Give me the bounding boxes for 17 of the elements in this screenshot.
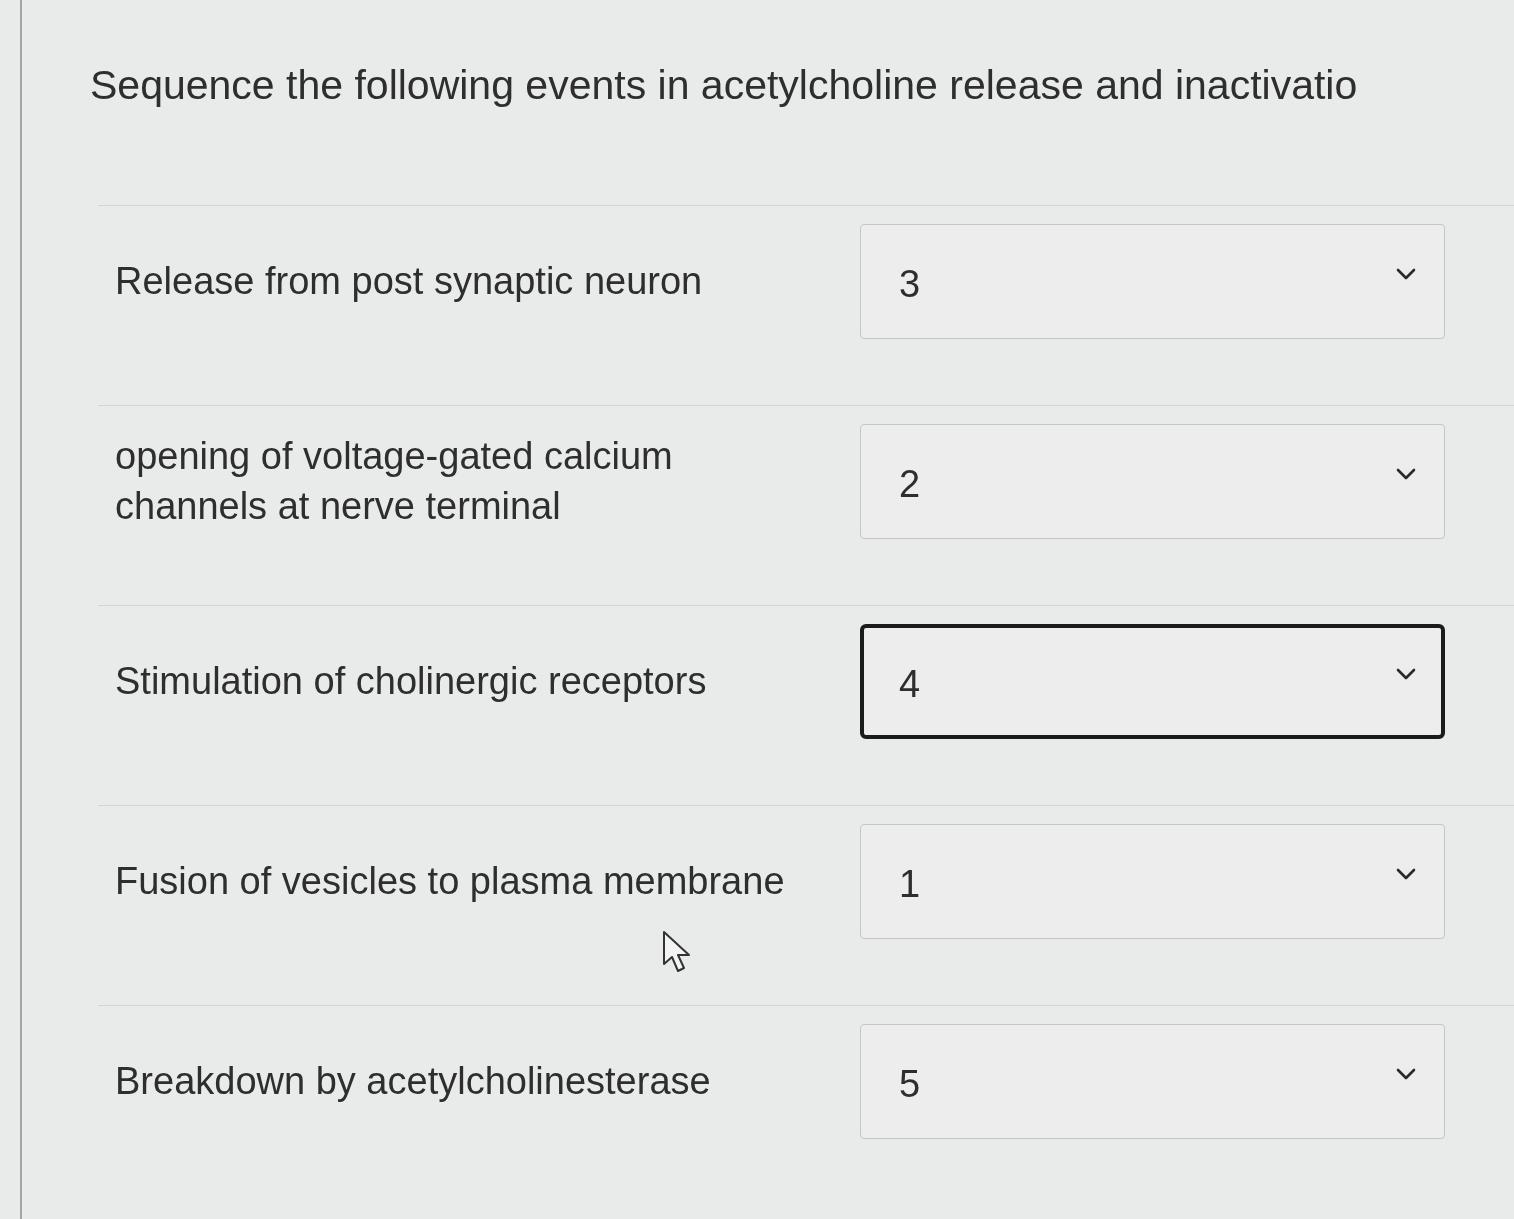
order-dropdown[interactable]: 1: [860, 824, 1445, 939]
order-dropdown[interactable]: 5: [860, 1024, 1445, 1139]
order-dropdown[interactable]: 2: [860, 424, 1445, 539]
mouse-pointer-icon: [662, 930, 692, 974]
event-label: Fusion of vesicles to plasma membrane: [115, 858, 786, 904]
order-dropdown[interactable]: 3: [860, 224, 1445, 339]
event-label: opening of voltage-gated calcium channels at nerve terminal: [115, 434, 674, 529]
chevron-down-icon: [1396, 667, 1416, 680]
chevron-down-icon: [1396, 867, 1416, 880]
event-label: Breakdown by acetylcholinesterase: [115, 1058, 712, 1104]
event-label: Release from post synaptic neuron: [115, 258, 704, 304]
chevron-down-icon: [1396, 1067, 1416, 1080]
chevron-down-icon: [1396, 467, 1416, 480]
order-dropdown[interactable]: 4: [860, 624, 1445, 739]
event-label: Stimulation of cholinergic receptors: [115, 658, 708, 704]
chevron-down-icon: [1396, 267, 1416, 280]
question-title: Sequence the following events in acetylcholine release and inactivatio: [90, 61, 1359, 110]
